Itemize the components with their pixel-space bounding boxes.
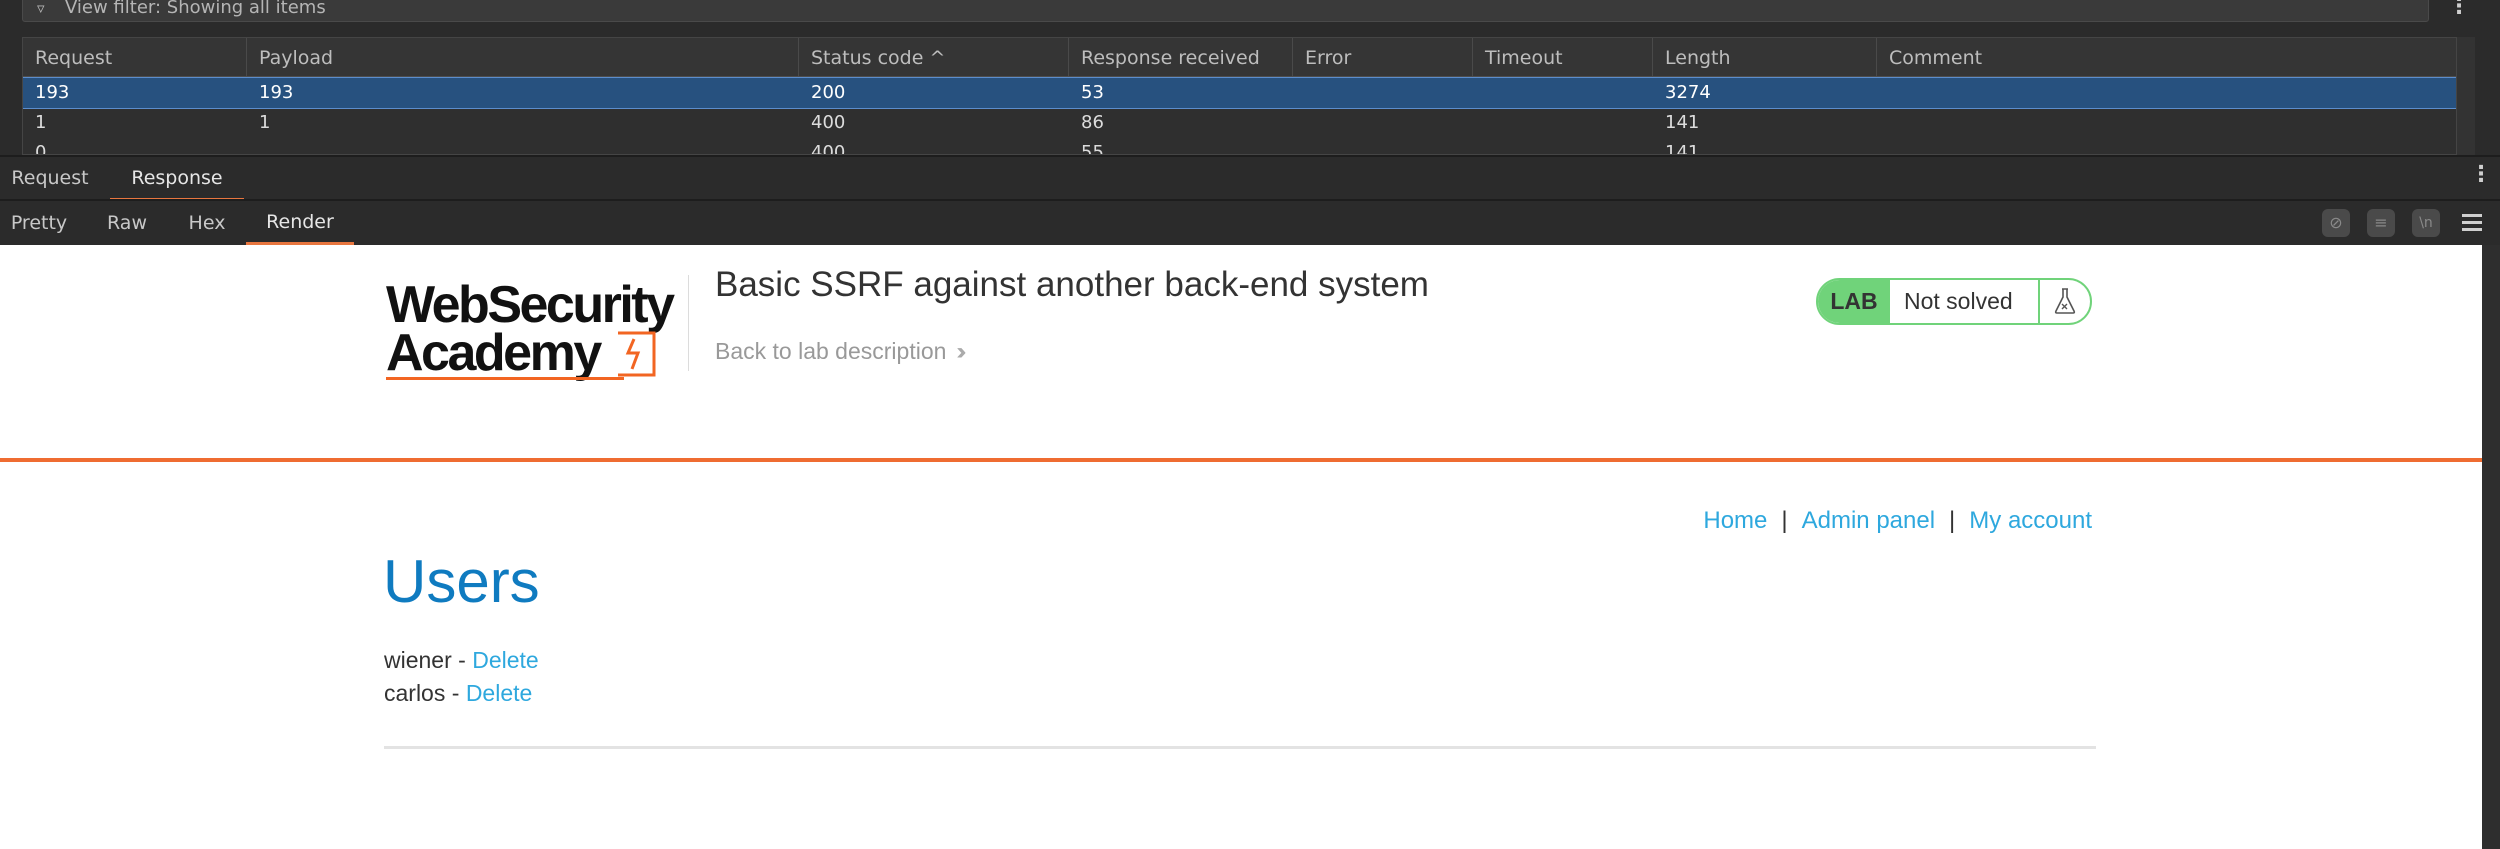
table-row[interactable]: 193 193 200 53 3274 xyxy=(23,77,2457,109)
tab-pretty[interactable]: Pretty xyxy=(0,202,78,245)
table-header: Request Payload Status code ^ Response r… xyxy=(23,38,2457,77)
cell-received: 86 xyxy=(1081,112,1104,133)
message-more-icon[interactable]: ⋮ xyxy=(2470,162,2492,187)
cell-received: 55 xyxy=(1081,142,1104,155)
cell-payload: 1 xyxy=(259,112,271,133)
user-separator: - xyxy=(451,647,473,673)
users-heading: Users xyxy=(383,548,540,615)
col-response-received[interactable]: Response received xyxy=(1069,38,1293,76)
flask-icon xyxy=(2054,288,2076,314)
message-tabs: Request Response ⋮ xyxy=(0,158,2500,201)
col-status-code[interactable]: Status code ^ xyxy=(799,38,1069,76)
cell-status: 400 xyxy=(811,142,846,155)
view-filter[interactable]: ▿ View filter: Showing all items xyxy=(22,0,2429,22)
more-options-icon[interactable]: ⋮ xyxy=(2448,0,2470,19)
cell-length: 3274 xyxy=(1665,82,1711,103)
tab-hex[interactable]: Hex xyxy=(176,202,238,245)
top-nav: Home | Admin panel | My account xyxy=(1703,507,2092,535)
lab-status-badge: LAB Not solved xyxy=(1816,278,2092,325)
nav-admin-panel[interactable]: Admin panel xyxy=(1802,507,1935,534)
header-rule xyxy=(0,458,2482,462)
table-row[interactable]: 0 400 55 141 xyxy=(23,138,2457,155)
results-table: Request Payload Status code ^ Response r… xyxy=(22,37,2458,155)
cell-status: 400 xyxy=(811,112,846,133)
hide-nonprintable-icon[interactable]: ⊘ xyxy=(2322,209,2350,237)
logo-line-2: Academy xyxy=(386,324,602,382)
user-row: carlos - Delete xyxy=(384,680,532,707)
lab-label: LAB xyxy=(1818,280,1890,323)
col-timeout[interactable]: Timeout xyxy=(1473,38,1653,76)
view-tabs: Pretty Raw Hex Render ⊘ ≡ \n xyxy=(0,202,2500,245)
web-security-academy-logo[interactable]: WebSecurity Academy xyxy=(386,275,696,385)
col-comment[interactable]: Comment xyxy=(1877,38,2457,76)
cell-status: 200 xyxy=(811,82,846,103)
tab-request[interactable]: Request xyxy=(0,158,100,198)
tab-response[interactable]: Response xyxy=(110,158,244,201)
table-scrollbar[interactable] xyxy=(2456,37,2475,155)
user-separator: - xyxy=(445,680,466,706)
username: wiener xyxy=(384,647,452,673)
nav-my-account[interactable]: My account xyxy=(1969,507,2092,534)
lab-title: Basic SSRF against another back-end syst… xyxy=(715,265,1429,304)
nav-separator: | xyxy=(1781,507,1788,534)
header-divider xyxy=(688,275,689,371)
back-to-lab-link[interactable]: Back to lab description ›› xyxy=(715,338,966,366)
view-filter-text: View filter: Showing all items xyxy=(65,0,326,18)
col-request[interactable]: Request xyxy=(23,38,247,76)
flask-icon-wrap xyxy=(2038,280,2090,323)
filter-icon: ▿ xyxy=(37,0,45,17)
word-wrap-icon[interactable]: ≡ xyxy=(2367,209,2395,237)
nav-home[interactable]: Home xyxy=(1703,507,1767,534)
menu-icon[interactable] xyxy=(2462,210,2482,235)
cell-length: 141 xyxy=(1665,142,1700,155)
lightning-bolt-icon xyxy=(618,331,656,377)
col-error[interactable]: Error xyxy=(1293,38,1473,76)
delete-wiener-link[interactable]: Delete xyxy=(472,647,538,673)
lab-status: Not solved xyxy=(1904,288,2013,314)
cell-payload: 193 xyxy=(259,82,294,103)
double-chevron-icon: ›› xyxy=(956,338,966,365)
content-divider xyxy=(384,746,2096,749)
cell-length: 141 xyxy=(1665,112,1700,133)
filter-bar: ▿ View filter: Showing all items ⋮ xyxy=(0,0,2500,36)
tab-raw[interactable]: Raw xyxy=(90,202,164,245)
back-link-label: Back to lab description xyxy=(715,338,947,364)
logo-underline xyxy=(386,377,624,380)
nav-separator: | xyxy=(1949,507,1956,534)
divider xyxy=(0,155,2500,157)
cell-received: 53 xyxy=(1081,82,1104,103)
cell-request: 193 xyxy=(35,82,70,103)
col-payload[interactable]: Payload xyxy=(247,38,799,76)
delete-carlos-link[interactable]: Delete xyxy=(466,680,532,706)
newline-icon[interactable]: \n xyxy=(2412,209,2440,237)
table-row[interactable]: 1 1 400 86 141 xyxy=(23,108,2457,138)
username: carlos xyxy=(384,680,446,706)
user-row: wiener - Delete xyxy=(384,647,539,674)
divider xyxy=(0,199,2500,201)
tab-render[interactable]: Render xyxy=(246,202,354,245)
render-scrollbar[interactable] xyxy=(2482,245,2500,849)
cell-request: 0 xyxy=(35,142,47,155)
cell-request: 1 xyxy=(35,112,47,133)
render-view: WebSecurity Academy Basic SSRF against a… xyxy=(0,245,2482,849)
col-length[interactable]: Length xyxy=(1653,38,1877,76)
